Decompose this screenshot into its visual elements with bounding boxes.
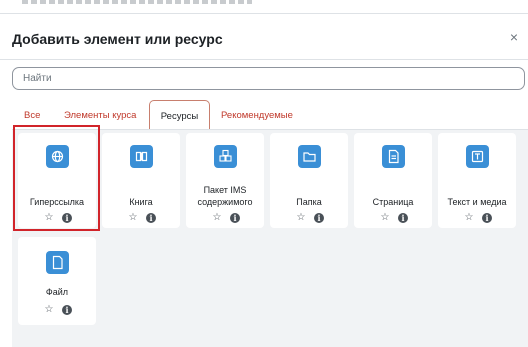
card-actions: ☆ i [186,213,264,225]
card-label: Гиперссылка [29,197,85,207]
card-ims-package[interactable]: Пакет IMS содержимого ☆ i [186,133,264,228]
tab-all[interactable]: Все [24,100,40,130]
card-label: Текст и медиа [447,197,507,207]
package-icon [214,145,237,168]
card-file[interactable]: Файл ☆ i [18,237,96,325]
card-actions: ☆ i [270,213,348,225]
modal-title: Добавить элемент или ресурс [12,31,223,47]
card-text-media[interactable]: Текст и медиа ☆ i [438,133,516,228]
card-actions: ☆ i [354,213,432,225]
search-field-wrapper [12,67,525,90]
info-icon[interactable]: i [314,213,324,223]
folder-icon [298,145,321,168]
tab-course-activities[interactable]: Элементы курса [64,100,136,130]
tab-resources[interactable]: Ресурсы [149,100,210,130]
tab-bar: Все Элементы курса Ресурсы Рекомендуемые [12,100,528,130]
info-icon[interactable]: i [482,213,492,223]
search-input[interactable] [13,68,524,89]
star-icon[interactable]: ☆ [212,213,222,223]
card-actions: ☆ i [18,213,96,225]
card-label: Пакет IMS содержимого [197,185,253,207]
tab-recommended[interactable]: Рекомендуемые [221,100,293,130]
star-icon[interactable]: ☆ [44,213,54,223]
card-folder[interactable]: Папка ☆ i [270,133,348,228]
cut-off-text [22,0,252,4]
info-icon[interactable]: i [62,213,72,223]
close-button[interactable]: × [506,29,522,45]
star-icon[interactable]: ☆ [296,213,306,223]
card-label: Папка [296,197,322,207]
info-icon[interactable]: i [146,213,156,223]
star-icon[interactable]: ☆ [464,213,474,223]
card-label: Книга [129,197,153,207]
text-media-icon [466,145,489,168]
info-icon[interactable]: i [230,213,240,223]
star-icon[interactable]: ☆ [44,305,54,315]
card-book[interactable]: Книга ☆ i [102,133,180,228]
info-icon[interactable]: i [398,213,408,223]
card-actions: ☆ i [18,305,96,317]
info-icon[interactable]: i [62,305,72,315]
card-page[interactable]: Страница ☆ i [354,133,432,228]
globe-icon [46,145,69,168]
card-actions: ☆ i [438,213,516,225]
star-icon[interactable]: ☆ [380,213,390,223]
card-actions: ☆ i [102,213,180,225]
card-url[interactable]: Гиперссылка ☆ i [18,133,96,228]
top-strip-cut-content [0,0,528,14]
file-icon [46,251,69,274]
card-label: Файл [45,287,69,297]
star-icon[interactable]: ☆ [128,213,138,223]
card-label: Страница [372,197,414,207]
page-icon [382,145,405,168]
book-icon [130,145,153,168]
resource-grid: Гиперссылка ☆ i Книга ☆ i Пакет IMS соде… [12,130,528,347]
modal-header: Добавить элемент или ресурс × [0,14,528,60]
